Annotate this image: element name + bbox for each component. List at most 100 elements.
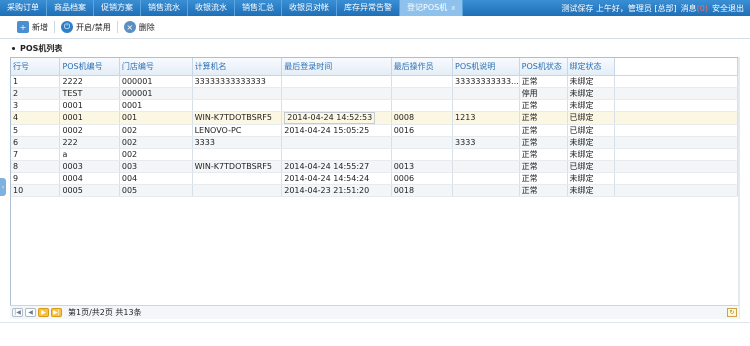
add-label: 新增 xyxy=(32,22,48,32)
nav-tab[interactable]: 采购订单 xyxy=(0,0,47,16)
table-cell: 正常 xyxy=(519,111,568,125)
prev-page-button[interactable]: ◀ xyxy=(25,308,36,317)
last-page-button[interactable]: ▶| xyxy=(51,308,62,317)
table-row[interactable]: 3 0001 0001 正常 未绑定 xyxy=(11,99,738,112)
nav-tab[interactable]: 登记POS机 x xyxy=(400,0,464,16)
table-cell: 33333333333333 xyxy=(192,75,283,88)
table-cell xyxy=(192,184,283,197)
first-page-button[interactable]: |◀ xyxy=(12,308,23,317)
panel-title: POS机列表 xyxy=(12,43,62,54)
column-header[interactable]: 门店编号 xyxy=(119,58,193,76)
table-cell xyxy=(452,172,520,185)
row-filler xyxy=(614,111,738,125)
table-cell: 0001 xyxy=(119,99,193,112)
row-filler xyxy=(614,136,738,149)
nav-tab[interactable]: 收银员对帐 xyxy=(282,0,337,16)
table-cell: 3 xyxy=(11,99,61,112)
table-cell: 001 xyxy=(119,111,193,125)
table-cell: 正常 xyxy=(519,75,568,88)
table-cell xyxy=(391,99,454,112)
table-cell xyxy=(192,99,283,112)
delete-icon: × xyxy=(123,21,136,33)
table-cell: 2014-04-23 21:51:20 xyxy=(281,184,392,197)
next-page-button[interactable]: ▶ xyxy=(38,308,49,317)
toggle-enable-button[interactable]: ⏻ 开启/禁用 xyxy=(58,18,114,36)
table-cell: LENOVO-PC xyxy=(192,124,283,137)
table-cell xyxy=(192,148,283,161)
table-cell: 正常 xyxy=(519,184,568,197)
refresh-icon[interactable]: ↻ xyxy=(727,308,737,317)
table-cell: 0008 xyxy=(391,111,454,125)
table-row[interactable]: 4 0001 001 WIN-K7TDOTBSRF5 2014-04-24 14:52:… xyxy=(11,111,738,125)
column-header[interactable]: POS机说明 xyxy=(452,58,520,76)
column-header[interactable]: 绑定状态 xyxy=(567,58,616,76)
logout-link[interactable]: 安全退出 xyxy=(712,3,744,14)
message-link[interactable]: 消息(0) xyxy=(681,3,708,14)
table-cell xyxy=(452,184,520,197)
nav-tab[interactable]: 促销方案 xyxy=(94,0,141,16)
table-row[interactable]: 10 0005 005 2014-04-23 21:51:20 0018 正常 未绑定 xyxy=(11,184,738,197)
table-cell: 10 xyxy=(11,184,61,197)
toolbar-divider-line xyxy=(0,38,750,39)
nav-tab[interactable]: 销售汇总 xyxy=(235,0,282,16)
column-header[interactable]: 最后登录时间 xyxy=(281,58,392,76)
close-tab-icon[interactable]: x xyxy=(451,0,455,16)
user-area: 测试保存 上午好，管理员 [总部] 消息(0) 安全退出 xyxy=(561,3,750,14)
vertical-scrollbar[interactable] xyxy=(738,57,740,319)
message-count: (0) xyxy=(696,3,708,13)
table-row[interactable]: 6 222 002 3333 3333 正常 未绑定 xyxy=(11,136,738,149)
panel-title-text: POS机列表 xyxy=(20,44,63,53)
nav-tab-label: 促销方案 xyxy=(101,3,133,12)
table-cell xyxy=(452,99,520,112)
table-row[interactable]: 5 0002 002 LENOVO-PC 2014-04-24 15:05:25 0016… xyxy=(11,124,738,137)
table-cell: WIN-K7TDOTBSRF5 xyxy=(192,160,283,173)
table-cell xyxy=(192,172,283,185)
table-row[interactable]: 9 0004 004 2014-04-24 14:54:24 0006 正常 未绑定 xyxy=(11,172,738,185)
power-icon: ⏻ xyxy=(61,21,73,33)
table-cell xyxy=(391,136,454,149)
column-header[interactable]: POS机状态 xyxy=(519,58,568,76)
table-row[interactable]: 1 2222 000001 33333333333333 33333333333... 正… xyxy=(11,75,738,88)
table-cell: 正常 xyxy=(519,99,568,112)
table-cell: 1 xyxy=(11,75,61,88)
table-cell xyxy=(391,75,454,88)
table-cell: 002 xyxy=(119,124,193,137)
table-cell: 2014-04-24 14:55:27 xyxy=(281,160,392,173)
cell-text: 2014-04-24 14:52:53 xyxy=(284,111,376,123)
column-header[interactable]: POS机编号 xyxy=(59,58,120,76)
add-button[interactable]: + 新增 xyxy=(14,18,51,36)
table-cell xyxy=(192,87,283,100)
nav-tab[interactable]: 库存异常告警 xyxy=(337,0,400,16)
table-cell: 未绑定 xyxy=(567,136,616,149)
table-row[interactable]: 2 TEST 000001 停用 未绑定 xyxy=(11,87,738,100)
table-row[interactable]: 7 a 002 正常 未绑定 xyxy=(11,148,738,161)
table-cell: TEST xyxy=(59,87,120,100)
table-cell: 2014-04-24 14:52:53 xyxy=(281,111,392,125)
nav-tab[interactable]: 商品档案 xyxy=(47,0,94,16)
message-label: 消息 xyxy=(680,3,697,13)
table-cell: 0002 xyxy=(59,124,120,137)
toggle-label: 开启/禁用 xyxy=(76,22,111,32)
toolbar: + 新增 ⏻ 开启/禁用 × 删除 xyxy=(0,16,750,38)
table-cell: 0006 xyxy=(391,172,454,185)
nav-tab-label: 库存异常告警 xyxy=(344,3,392,12)
nav-tab[interactable]: 销售流水 xyxy=(141,0,188,16)
table-cell: 000001 xyxy=(119,75,193,88)
collapse-sidebar-handle[interactable]: ‹ xyxy=(0,178,6,196)
row-filler xyxy=(614,99,738,112)
nav-tab-label: 销售流水 xyxy=(148,3,180,12)
table-cell: 5 xyxy=(11,124,61,137)
table-cell: 4 xyxy=(11,111,61,125)
nav-tab-label: 商品档案 xyxy=(54,3,86,12)
table-row[interactable]: 8 0003 003 WIN-K7TDOTBSRF5 2014-04-24 14:55:… xyxy=(11,160,738,173)
table-cell: 正常 xyxy=(519,124,568,137)
table-cell: 003 xyxy=(119,160,193,173)
column-header[interactable]: 最后操作员 xyxy=(391,58,454,76)
column-header[interactable]: 行号 xyxy=(11,58,61,76)
table-cell: 000001 xyxy=(119,87,193,100)
delete-button[interactable]: × 删除 xyxy=(121,18,158,36)
nav-tab[interactable]: 收银流水 xyxy=(188,0,235,16)
table-cell xyxy=(391,87,454,100)
table-cell: 未绑定 xyxy=(567,87,616,100)
column-header[interactable]: 计算机名 xyxy=(192,58,283,76)
